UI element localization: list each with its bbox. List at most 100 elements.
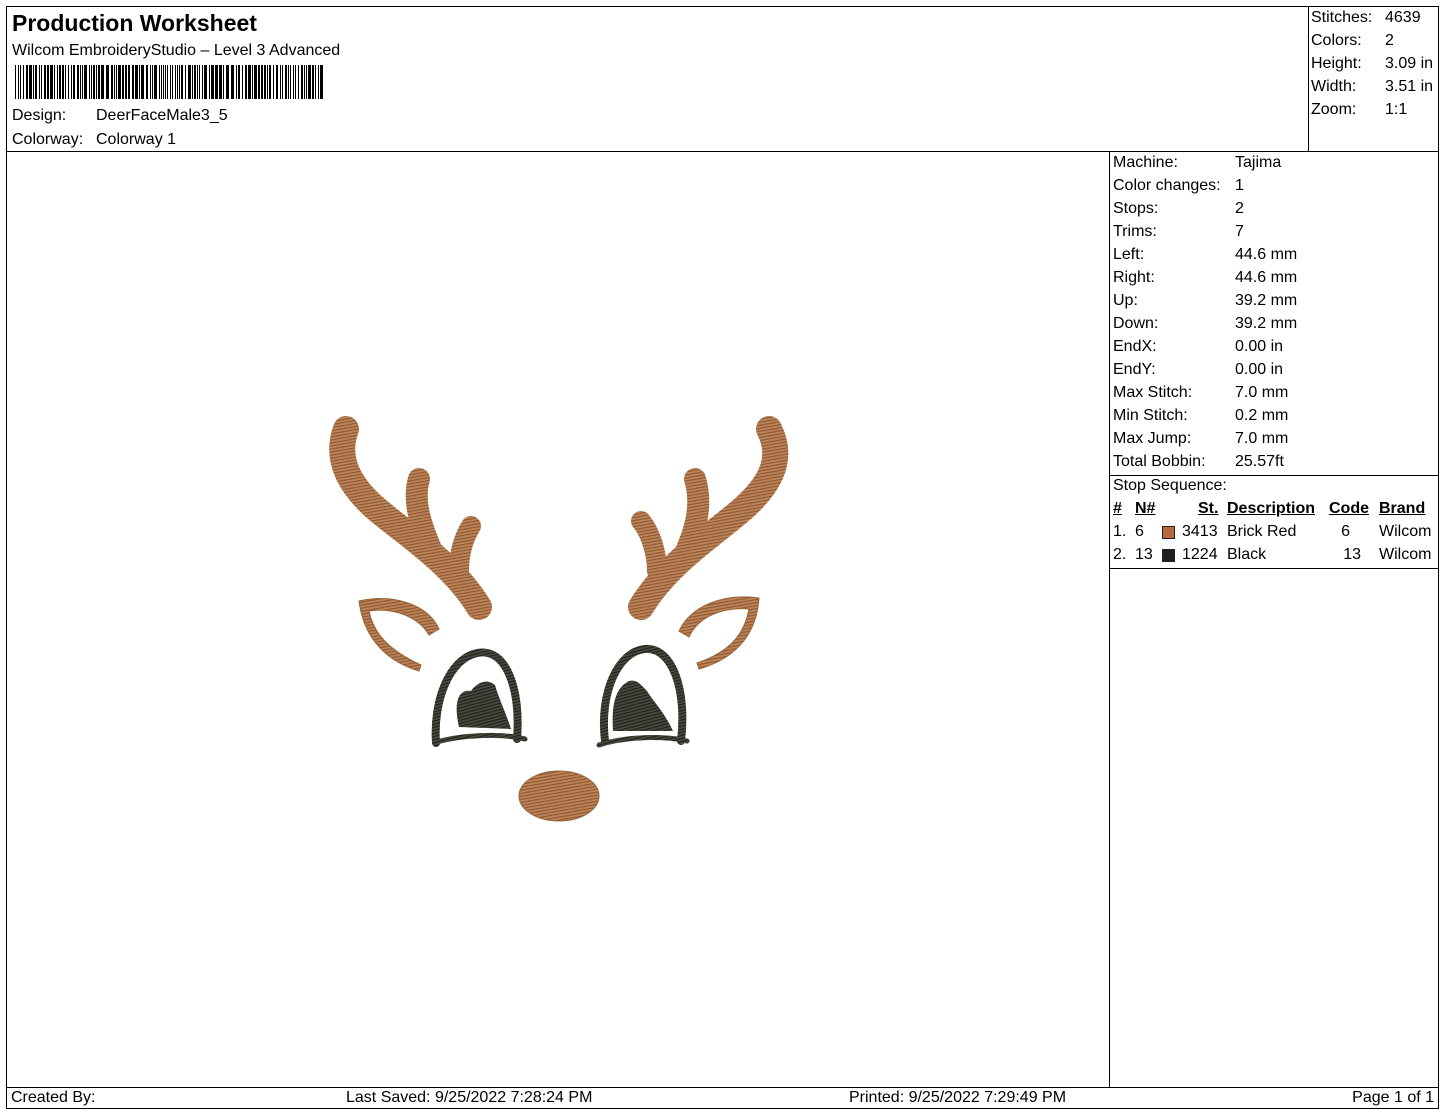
right-ear [678,596,760,670]
info-label: Up: [1113,292,1138,309]
barcode-bar [20,65,21,99]
stat-value: 1:1 [1385,101,1408,118]
barcode-bar [114,65,115,99]
row-stitch: 1224 [1182,546,1218,563]
info-label: EndX: [1113,338,1157,355]
barcode [15,65,323,99]
barcode-bar [118,65,121,99]
barcode-bar [125,65,127,99]
barcode-bar [47,65,49,99]
stat-value: 4639 [1385,9,1421,26]
stop-sequence-title: Stop Sequence: [1113,477,1227,494]
col-brand: Brand [1379,500,1426,517]
barcode-bar [132,65,134,99]
machine-info-row: Min Stitch: 0.2 mm [1110,407,1438,427]
stat-zoom: Zoom: 1:1 [1309,101,1438,121]
barcode-bar [146,65,148,99]
barcode-bar [231,65,234,99]
barcode-bar [54,65,55,99]
design-preview [6,151,1110,1088]
row-code: 6 [1341,523,1350,540]
barcode-bar [248,65,251,99]
stat-width: Width: 3.51 in [1309,78,1438,98]
barcode-bar [141,65,144,99]
info-label: Trims: [1113,223,1157,240]
stat-stitches: Stitches: 4639 [1309,9,1438,29]
machine-info-row: Left: 44.6 mm [1110,246,1438,266]
divider [1110,568,1438,569]
barcode-bar [192,65,193,99]
colorway-name: Colorway 1 [96,131,177,148]
barcode-bar [84,65,87,99]
barcode-bar [199,65,200,99]
barcode-bar [254,65,257,99]
barcode-bar [170,65,171,99]
barcode-bar [304,65,305,99]
info-label: Max Jump: [1113,430,1192,447]
right-eye [596,645,690,748]
barcode-bar [62,65,64,99]
design-name: DeerFaceMale3_5 [96,107,228,124]
col-num: # [1113,500,1122,517]
barcode-bar [44,65,46,99]
info-label: Total Bobbin: [1113,453,1206,470]
machine-info-row: Down: 39.2 mm [1110,315,1438,335]
stat-value: 2 [1385,32,1394,49]
machine-info-row: Machine: Tajima [1110,154,1438,174]
barcode-bar [39,65,40,99]
barcode-bar [175,65,176,99]
machine-info-row: Stops: 2 [1110,200,1438,220]
barcode-bar [295,65,296,99]
barcode-bar [293,65,294,99]
deer-face-embroidery [329,416,789,822]
col-needle: N# [1135,500,1156,517]
info-label: Left: [1113,246,1145,263]
barcode-bar [215,65,218,99]
info-value: 0.2 mm [1235,407,1289,424]
barcode-bar [101,65,104,99]
barcode-bar [111,65,113,99]
barcode-bar [312,65,314,99]
barcode-bar [33,65,34,99]
stop-sequence-row: 2. 13 1224 Black 13 Wilcom [1110,546,1438,566]
barcode-bar [269,65,271,99]
barcode-bar [57,65,58,99]
info-value: 7.0 mm [1235,430,1289,447]
barcode-bar [301,65,303,99]
barcode-bar [209,65,210,99]
barcode-bar [185,65,186,99]
barcode-bar [35,65,37,99]
barcode-bar [59,65,61,99]
barcode-bar [245,65,247,99]
info-value: 1 [1235,177,1244,194]
barcode-bar [73,65,75,99]
thread-color-swatch [1162,526,1175,539]
info-value: 7 [1235,223,1244,240]
worksheet-header: Production Worksheet Wilcom EmbroiderySt… [6,6,1309,152]
left-eye [431,648,528,747]
barcode-bar [276,65,278,99]
barcode-bar [93,65,95,99]
barcode-bar [236,65,237,99]
info-value: Tajima [1235,154,1282,171]
barcode-bar [318,65,319,99]
info-value: 39.2 mm [1235,292,1298,309]
barcode-bar [77,65,79,99]
col-code: Code [1329,500,1369,517]
barcode-bar [65,65,66,99]
divider [1110,475,1438,476]
left-ear [358,598,440,672]
row-stitch: 3413 [1182,523,1218,540]
barcode-bar [68,65,69,99]
stat-label: Stitches: [1311,9,1373,26]
colorway-row: Colorway: Colorway 1 [12,131,176,149]
barcode-bar [298,65,299,99]
barcode-bar [128,65,130,99]
barcode-bar [91,65,92,99]
barcode-bar [226,65,229,99]
stat-value: 3.09 in [1385,55,1434,72]
barcode-bar [154,65,157,99]
info-label: EndY: [1113,361,1156,378]
info-value: 0.00 in [1235,338,1284,355]
col-stitch: St. [1198,500,1219,517]
